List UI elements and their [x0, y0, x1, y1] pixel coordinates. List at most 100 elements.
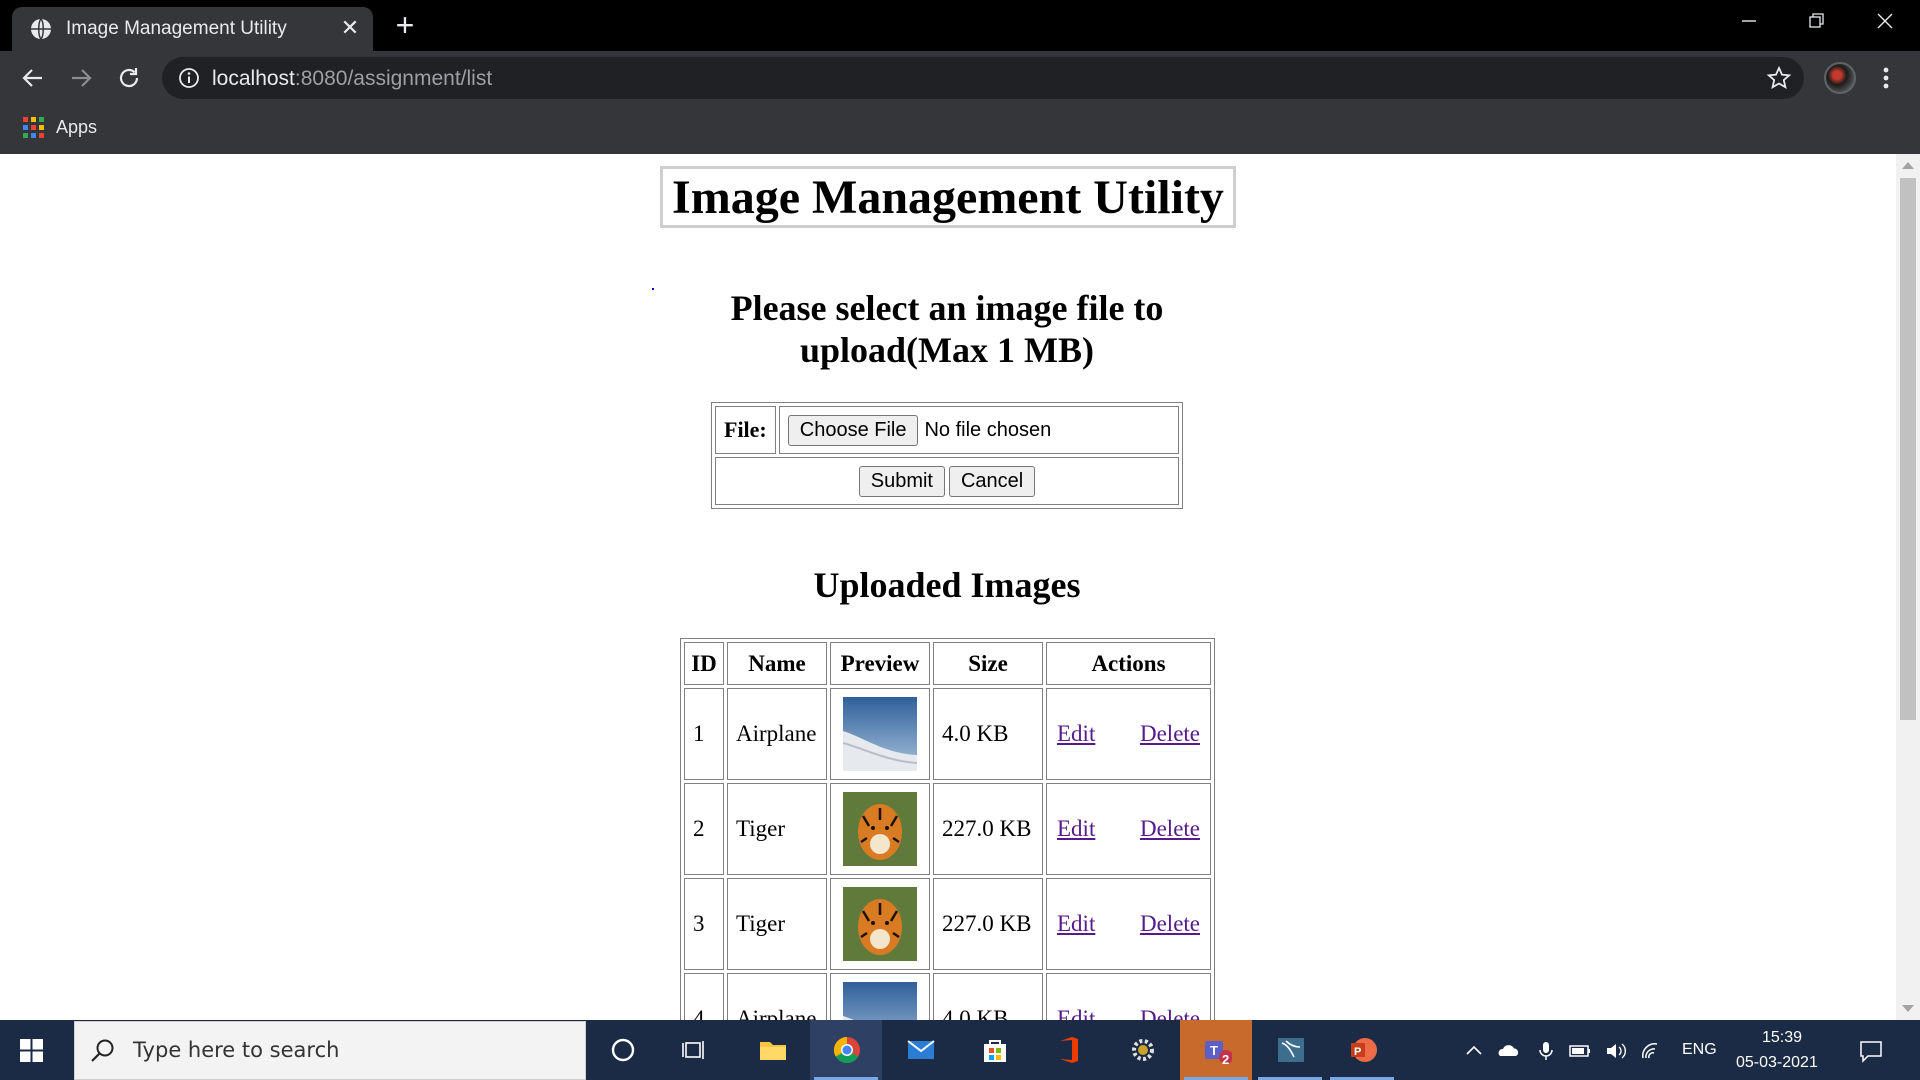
- cell-name: Tiger: [727, 783, 827, 875]
- edit-link[interactable]: Edit: [1057, 911, 1095, 937]
- bookmarks-bar: Apps: [0, 104, 1920, 154]
- cell-id: 4: [684, 973, 724, 1020]
- office-button[interactable]: [1032, 1020, 1104, 1080]
- notifications-icon[interactable]: [1858, 1038, 1884, 1064]
- restore-icon[interactable]: [1801, 8, 1831, 34]
- header-name: Name: [727, 642, 827, 685]
- browser-tab[interactable]: Image Management Utility ✕: [12, 7, 373, 51]
- no-file-chosen-text: No file chosen: [924, 418, 1052, 441]
- delete-link[interactable]: Delete: [1140, 816, 1200, 842]
- delete-link[interactable]: Delete: [1140, 911, 1200, 937]
- apps-grid-icon[interactable]: [23, 117, 44, 138]
- language-indicator[interactable]: ENG: [1682, 1041, 1717, 1059]
- page-title: Image Management Utility: [672, 170, 1224, 224]
- browser-tab-strip: Image Management Utility ✕ +: [0, 0, 1920, 51]
- cell-name: Airplane: [727, 688, 827, 780]
- cell-size: 4.0 KB: [933, 973, 1043, 1020]
- info-icon[interactable]: [178, 67, 200, 89]
- cortana-button[interactable]: [586, 1020, 658, 1080]
- mail-button[interactable]: [884, 1020, 956, 1080]
- profile-avatar[interactable]: [1824, 62, 1856, 94]
- delete-link[interactable]: Delete: [1140, 721, 1200, 747]
- svg-text:P: P: [1354, 1046, 1361, 1058]
- cell-actions: Edit Delete: [1046, 688, 1211, 780]
- cell-size: 227.0 KB: [933, 878, 1043, 970]
- globe-icon: [31, 18, 51, 40]
- url-text[interactable]: localhost:8080/assignment/list: [212, 67, 492, 91]
- table-row: 3 Tiger 227.0 KB Edit Delete: [684, 878, 1211, 970]
- uploaded-images-heading: Uploaded Images: [813, 565, 1081, 605]
- menu-kebab-icon[interactable]: [1876, 65, 1896, 91]
- cell-name: Tiger: [727, 878, 827, 970]
- scroll-thumb[interactable]: [1900, 178, 1916, 720]
- edit-link[interactable]: Edit: [1057, 1006, 1095, 1020]
- form-buttons-cell: Submit Cancel: [715, 457, 1179, 505]
- onedrive-cloud-icon[interactable]: [1496, 1040, 1520, 1062]
- airplane-wing-thumbnail: [843, 982, 917, 1020]
- store-bag-icon: [984, 1040, 1006, 1062]
- file-explorer-button[interactable]: [736, 1020, 808, 1080]
- tab-title: Image Management Utility: [66, 18, 287, 39]
- url-path: :8080/assignment/list: [294, 67, 493, 90]
- address-bar[interactable]: localhost:8080/assignment/list: [162, 57, 1804, 99]
- new-tab-button[interactable]: +: [390, 9, 420, 41]
- microphone-icon[interactable]: [1534, 1040, 1558, 1062]
- settings-app-button[interactable]: [1106, 1020, 1178, 1080]
- table-row: 2 Tiger 227.0 KB Edit Delete: [684, 783, 1211, 875]
- close-window-icon[interactable]: [1870, 8, 1900, 34]
- cancel-button[interactable]: Cancel: [948, 465, 1036, 497]
- task-view-button[interactable]: [658, 1020, 730, 1080]
- apps-bookmark[interactable]: Apps: [56, 117, 97, 138]
- cell-id: 3: [684, 878, 724, 970]
- cortana-circle-icon: [611, 1038, 635, 1062]
- cell-id: 2: [684, 783, 724, 875]
- table-row: 1 Airplane 4.0 KB Edit Delete: [684, 688, 1211, 780]
- header-id: ID: [684, 642, 724, 685]
- cell-preview: [830, 878, 930, 970]
- browser-toolbar: localhost:8080/assignment/list: [0, 51, 1920, 104]
- mail-icon: [907, 1040, 935, 1059]
- mysql-workbench-button[interactable]: [1254, 1020, 1326, 1080]
- clock-date[interactable]: 05-03-2021: [1736, 1054, 1818, 1072]
- windows-start-icon[interactable]: [20, 1039, 43, 1062]
- volume-icon[interactable]: [1604, 1040, 1628, 1062]
- chevron-up-icon[interactable]: [1462, 1040, 1486, 1062]
- scroll-up-arrow-icon[interactable]: [1902, 162, 1914, 169]
- choose-file-button[interactable]: Choose File: [787, 414, 919, 446]
- search-placeholder: Type here to search: [133, 1038, 340, 1062]
- chrome-taskbar-button[interactable]: [810, 1020, 882, 1080]
- wifi-icon[interactable]: [1640, 1040, 1664, 1062]
- delete-link[interactable]: Delete: [1140, 1006, 1200, 1020]
- minimize-icon[interactable]: [1734, 8, 1764, 34]
- cell-actions: Edit Delete: [1046, 878, 1211, 970]
- file-input-cell: Choose File No file chosen: [778, 406, 1179, 454]
- teams-notification-badge: 2: [1222, 1052, 1230, 1067]
- scroll-down-arrow-icon[interactable]: [1902, 1005, 1914, 1012]
- edit-link[interactable]: Edit: [1057, 816, 1095, 842]
- header-actions: Actions: [1046, 642, 1211, 685]
- page-title-box: Image Management Utility: [660, 166, 1236, 228]
- teams-button[interactable]: T 2: [1180, 1020, 1252, 1080]
- cell-name: Airplane: [727, 973, 827, 1020]
- stray-link-dot: [652, 288, 654, 290]
- submit-button[interactable]: Submit: [858, 465, 945, 497]
- cell-id: 1: [684, 688, 724, 780]
- powerpoint-button[interactable]: P: [1326, 1020, 1398, 1080]
- battery-icon[interactable]: [1568, 1040, 1592, 1062]
- edit-link[interactable]: Edit: [1057, 721, 1095, 747]
- store-button[interactable]: [958, 1020, 1030, 1080]
- vertical-scrollbar[interactable]: [1896, 154, 1920, 1020]
- reload-icon[interactable]: [114, 63, 144, 93]
- clock-time[interactable]: 15:39: [1762, 1029, 1802, 1047]
- upload-form: File: Choose File No file chosen Submit C…: [711, 402, 1183, 509]
- forward-icon[interactable]: [66, 63, 96, 93]
- table-header-row: ID Name Preview Size Actions: [684, 642, 1211, 685]
- bookmark-star-icon[interactable]: [1766, 65, 1792, 91]
- cell-actions: Edit Delete: [1046, 783, 1211, 875]
- taskbar-search-box[interactable]: Type here to search: [74, 1021, 586, 1080]
- cell-size: 227.0 KB: [933, 783, 1043, 875]
- tab-close-icon[interactable]: ✕: [338, 16, 362, 40]
- task-view-icon: [682, 1041, 704, 1059]
- windows-taskbar: Type here to search T 2 P ENG 15:39 05-0…: [0, 1020, 1920, 1080]
- back-icon[interactable]: [18, 63, 48, 93]
